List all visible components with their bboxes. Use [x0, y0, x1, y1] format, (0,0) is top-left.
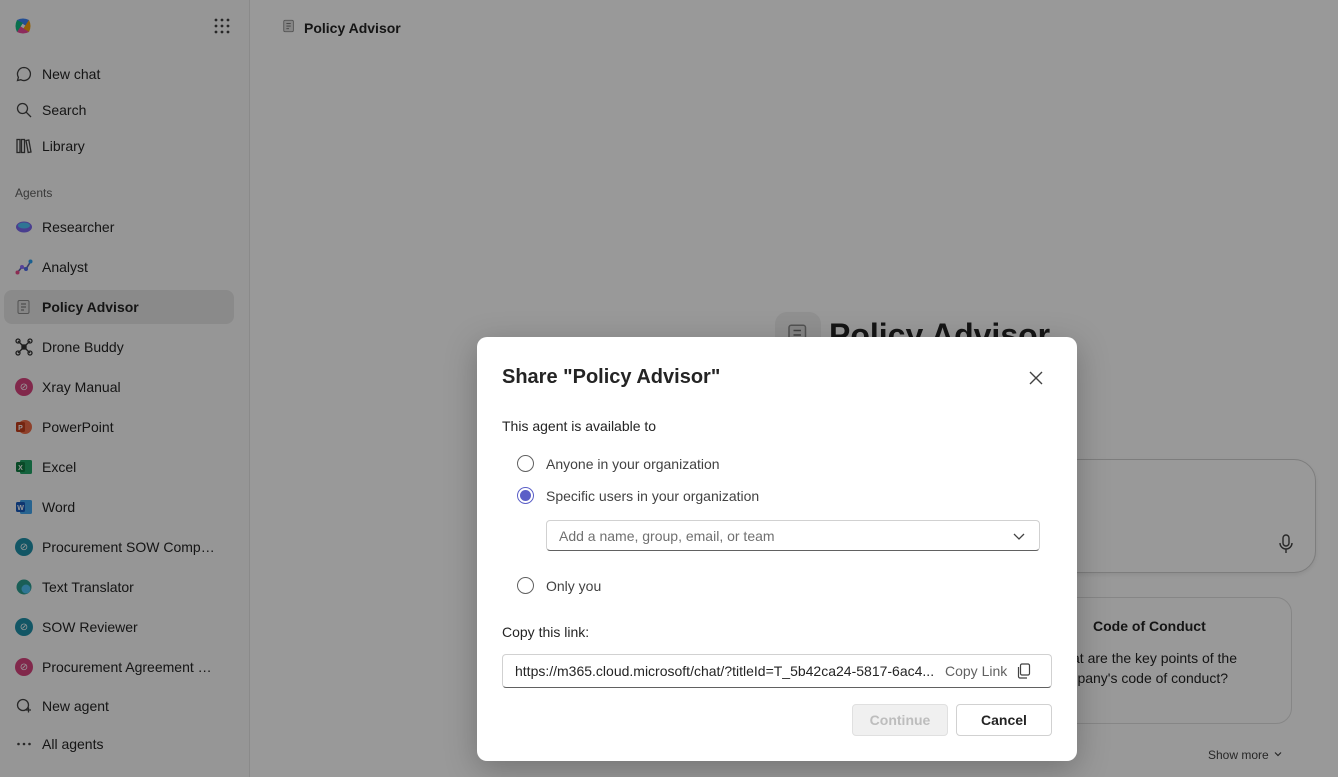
share-link-field[interactable]: https://m365.cloud.microsoft/chat/?title… [502, 654, 1052, 688]
option-specific-users[interactable]: Specific users in your organization [517, 487, 759, 504]
radio-specific-users[interactable] [517, 487, 534, 504]
people-picker-input[interactable]: Add a name, group, email, or team [546, 520, 1040, 551]
radio-only-you[interactable] [517, 577, 534, 594]
option-label: Specific users in your organization [546, 487, 760, 504]
option-only-you[interactable]: Only you [517, 577, 601, 594]
copy-link-button[interactable]: Copy Link [945, 663, 1031, 679]
dialog-title: Share "Policy Advisor" [502, 366, 721, 388]
continue-button[interactable]: Continue [852, 704, 948, 736]
option-label: Only you [546, 577, 602, 594]
share-dialog: Share "Policy Advisor" This agent is ava… [477, 337, 1077, 761]
cancel-button[interactable]: Cancel [956, 704, 1052, 736]
close-icon[interactable] [1025, 367, 1047, 389]
copy-link-label-text: Copy Link [945, 663, 1008, 679]
availability-label: This agent is available to [502, 418, 657, 434]
chevron-down-icon[interactable] [1011, 528, 1027, 544]
option-anyone[interactable]: Anyone in your organization [517, 455, 720, 472]
option-label: Anyone in your organization [546, 455, 720, 472]
copy-link-label: Copy this link: [502, 624, 590, 640]
copy-icon [1018, 663, 1031, 679]
people-picker-placeholder: Add a name, group, email, or team [559, 527, 775, 544]
share-link-url[interactable]: https://m365.cloud.microsoft/chat/?title… [515, 663, 937, 679]
radio-anyone[interactable] [517, 455, 534, 472]
